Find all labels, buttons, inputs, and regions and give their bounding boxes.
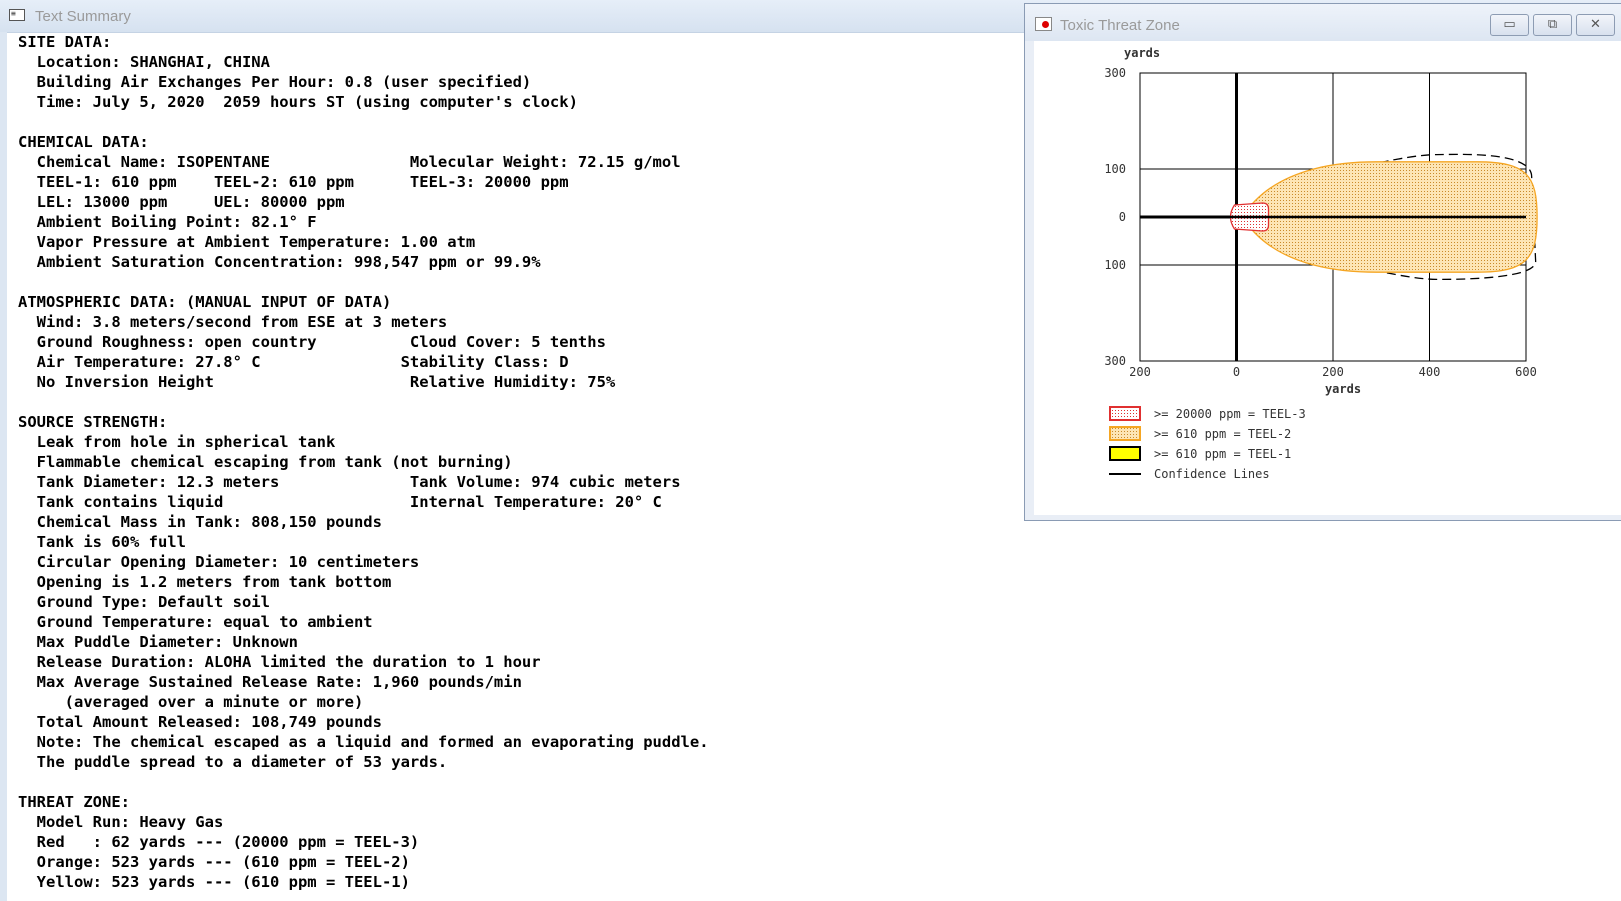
summary-line	[18, 112, 709, 132]
x-tick-label: 200	[1322, 365, 1344, 379]
x-axis-label: yards	[1325, 382, 1361, 396]
summary-line: Ground Temperature: equal to ambient	[18, 613, 373, 631]
summary-line: Yellow: 523 yards --- (610 ppm = TEEL-1)	[18, 873, 410, 891]
summary-line: Ground Type: Default soil	[18, 593, 270, 611]
summary-line: Ambient Boiling Point: 82.1° F	[18, 213, 317, 231]
minimize-button[interactable]: ▭	[1490, 14, 1529, 36]
x-tick-label: 400	[1419, 365, 1441, 379]
summary-line: Flammable chemical escaping from tank (n…	[18, 453, 513, 471]
summary-line	[18, 272, 709, 292]
legend-swatch-yellow	[1109, 446, 1141, 461]
summary-line: Wind: 3.8 meters/second from ESE at 3 me…	[18, 313, 448, 331]
y-tick-label: 300	[1104, 354, 1126, 368]
summary-line: Chemical Name: ISOPENTANE Molecular Weig…	[18, 153, 681, 171]
summary-line: The puddle spread to a diameter of 53 ya…	[18, 753, 448, 771]
summary-line: Total Amount Released: 108,749 pounds	[18, 713, 382, 731]
legend-swatch-orange	[1109, 426, 1141, 441]
summary-line: (averaged over a minute or more)	[18, 693, 364, 711]
threat-zone-title: Toxic Threat Zone	[1060, 17, 1180, 34]
summary-line	[18, 772, 709, 792]
summary-line: Release Duration: ALOHA limited the dura…	[18, 653, 541, 671]
summary-line: THREAT ZONE:	[18, 793, 130, 811]
summary-line: Time: July 5, 2020 2059 hours ST (using …	[18, 93, 578, 111]
summary-line	[18, 392, 709, 412]
summary-line: Circular Opening Diameter: 10 centimeter…	[18, 553, 420, 571]
threat-zone-plot-area: yards 300 100 0 100 300 200 0 200 400 600 yards >= 2…	[1034, 41, 1621, 515]
summary-line: Building Air Exchanges Per Hour: 0.8 (us…	[18, 73, 532, 91]
summary-line: Vapor Pressure at Ambient Temperature: 1…	[18, 233, 476, 251]
summary-line: ATMOSPHERIC DATA: (MANUAL INPUT OF DATA)	[18, 293, 392, 311]
summary-line: Tank contains liquid Internal Temperatur…	[18, 493, 662, 511]
window-left-edge	[0, 32, 7, 901]
summary-line: Max Puddle Diameter: Unknown	[18, 633, 298, 651]
summary-line: Tank Diameter: 12.3 meters Tank Volume: …	[18, 473, 681, 491]
summary-line: No Inversion Height Relative Humidity: 7…	[18, 373, 616, 391]
legend-label: >= 20000 ppm = TEEL-3	[1154, 407, 1306, 421]
legend-label: Confidence Lines	[1154, 467, 1270, 481]
summary-line: TEEL-1: 610 ppm TEEL-2: 610 ppm TEEL-3: …	[18, 173, 569, 191]
threat-zone-chart: yards3001000100300200 0 200 400 600yards>= 2…	[1104, 46, 1538, 481]
summary-line: Air Temperature: 27.8° C Stability Class…	[18, 353, 569, 371]
text-summary-title: Text Summary	[35, 8, 131, 25]
summary-line: Opening is 1.2 meters from tank bottom	[18, 573, 392, 591]
threat-zone-titlebar[interactable]: Toxic Threat Zone ▭ ⧉ ✕	[1025, 4, 1621, 41]
summary-line: Orange: 523 yards --- (610 ppm = TEEL-2)	[18, 853, 410, 871]
summary-line: Location: SHANGHAI, CHINA	[18, 53, 270, 71]
legend-label: >= 610 ppm = TEEL-1	[1154, 447, 1291, 461]
summary-line: Model Run: Heavy Gas	[18, 813, 224, 831]
text-document-icon: ≡	[9, 9, 25, 21]
y-tick-label: 300	[1104, 66, 1126, 80]
legend-swatch-red	[1109, 406, 1141, 421]
y-tick-label: 100	[1104, 258, 1126, 272]
summary-line: Chemical Mass in Tank: 808,150 pounds	[18, 513, 382, 531]
summary-line: Ground Roughness: open country Cloud Cov…	[18, 333, 606, 351]
x-tick-label: 0	[1233, 365, 1240, 379]
maximize-button[interactable]: ⧉	[1533, 14, 1572, 36]
threat-zone-app-icon	[1035, 17, 1052, 31]
summary-line: Tank is 60% full	[18, 533, 186, 551]
summary-line: Note: The chemical escaped as a liquid a…	[18, 733, 709, 751]
summary-line: Leak from hole in spherical tank	[18, 433, 336, 451]
summary-line: CHEMICAL DATA:	[18, 133, 149, 151]
close-button[interactable]: ✕	[1576, 14, 1615, 36]
summary-line: SITE DATA:	[18, 33, 112, 51]
text-summary-body: SITE DATA: Location: SHANGHAI, CHINA Bui…	[18, 32, 709, 892]
summary-line: Max Average Sustained Release Rate: 1,96…	[18, 673, 522, 691]
threat-zone-window: Toxic Threat Zone ▭ ⧉ ✕ yards 300 100 0 100 3…	[1024, 3, 1621, 521]
summary-line: Red : 62 yards --- (20000 ppm = TEEL-3)	[18, 833, 420, 851]
x-tick-label: 200	[1129, 365, 1151, 379]
summary-line: LEL: 13000 ppm UEL: 80000 ppm	[18, 193, 345, 211]
y-tick-label: 0	[1119, 210, 1126, 224]
y-axis-label: yards	[1124, 46, 1160, 60]
y-tick-label: 100	[1104, 162, 1126, 176]
x-tick-label: 600	[1515, 365, 1537, 379]
summary-line: Ambient Saturation Concentration: 998,54…	[18, 253, 541, 271]
summary-line: SOURCE STRENGTH:	[18, 413, 168, 431]
legend-label: >= 610 ppm = TEEL-2	[1154, 427, 1291, 441]
